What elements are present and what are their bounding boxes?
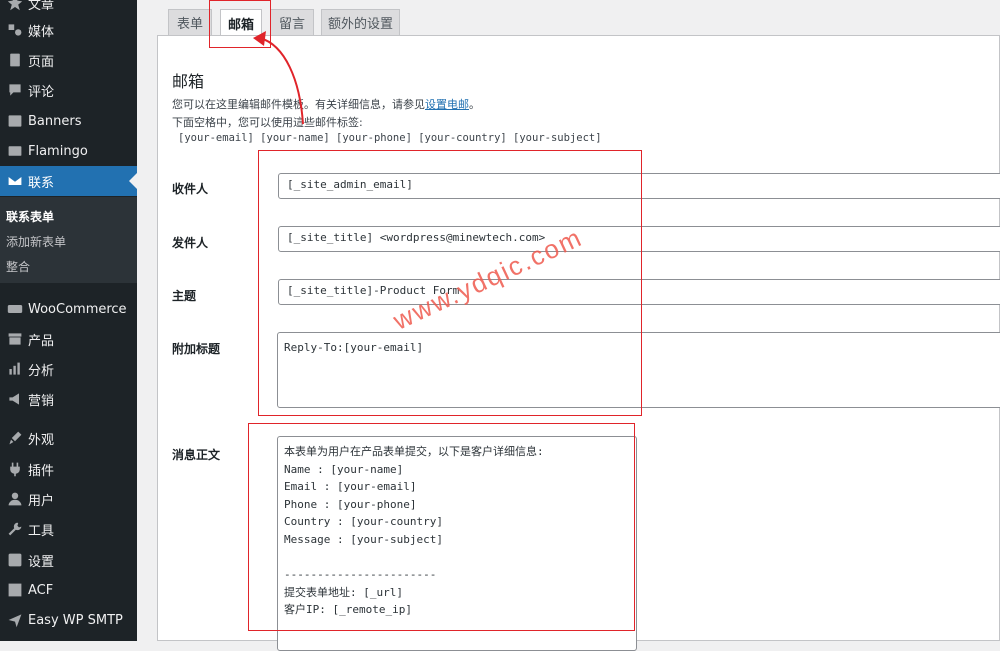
- subject-input[interactable]: [_site_title]-Product Form: [278, 279, 1000, 305]
- flamingo-icon: [5, 141, 25, 161]
- additional-headers-textarea[interactable]: Reply-To:[your-email]: [277, 332, 1000, 408]
- pin-icon: [5, 0, 25, 13]
- section-title: 邮箱: [172, 72, 205, 91]
- menu-appearance[interactable]: 外观: [0, 423, 137, 453]
- chart-icon: [5, 359, 25, 379]
- banner-icon: [5, 111, 25, 131]
- menu-pages[interactable]: 页面: [0, 45, 137, 75]
- menu-settings[interactable]: 设置: [0, 545, 137, 575]
- to-label: 收件人: [172, 182, 209, 196]
- admin-sidebar: 文章 媒体 页面 评论 Banners Flamingo 联系 联系表单 添加新…: [0, 0, 137, 641]
- menu-plugins[interactable]: 插件: [0, 454, 137, 484]
- menu-banners[interactable]: Banners: [0, 106, 137, 136]
- tab-additional-settings[interactable]: 额外的设置: [321, 9, 400, 35]
- subject-label: 主题: [172, 289, 197, 303]
- tab-messages[interactable]: 留言: [270, 9, 314, 35]
- tab-form[interactable]: 表单: [168, 9, 212, 35]
- plugin-icon: [5, 459, 25, 479]
- menu-marketing[interactable]: 营销: [0, 384, 137, 414]
- additional-headers-label: 附加标题: [172, 342, 221, 356]
- menu-products[interactable]: 产品: [0, 324, 137, 354]
- from-input[interactable]: [_site_title] <wordpress@minewtech.com>: [278, 226, 1000, 252]
- to-input[interactable]: [_site_admin_email]: [278, 173, 1000, 199]
- wrench-icon: [5, 519, 25, 539]
- tab-mail[interactable]: 邮箱: [220, 9, 262, 36]
- user-icon: [5, 489, 25, 509]
- from-label: 发件人: [172, 236, 209, 250]
- comment-icon: [5, 80, 25, 100]
- menu-users[interactable]: 用户: [0, 484, 137, 514]
- menu-easy-wp-smtp[interactable]: Easy WP SMTP: [0, 605, 137, 635]
- media-icon: [5, 20, 25, 40]
- menu-comments[interactable]: 评论: [0, 75, 137, 105]
- submenu-add-new-form[interactable]: 添加新表单: [6, 233, 66, 250]
- settings-icon: [5, 550, 25, 570]
- woo-icon: [5, 299, 25, 319]
- message-body-label: 消息正文: [172, 448, 221, 462]
- menu-analytics[interactable]: 分析: [0, 354, 137, 384]
- brush-icon: [5, 428, 25, 448]
- page-icon: [5, 50, 25, 70]
- mail-description: 您可以在这里编辑邮件模板。有关详细信息，请参见设置电邮。: [172, 98, 480, 111]
- mail-settings-link[interactable]: 设置电邮: [425, 98, 469, 111]
- megaphone-icon: [5, 389, 25, 409]
- mail-tags-description: 下面空格中，您可以使用這些邮件标签:: [172, 116, 363, 129]
- message-body-textarea[interactable]: 本表单为用户在产品表单提交，以下是客户详细信息: Name : [your-na…: [277, 436, 637, 651]
- submenu-contact-forms[interactable]: 联系表单: [6, 208, 54, 225]
- archive-icon: [5, 329, 25, 349]
- menu-flamingo[interactable]: Flamingo: [0, 136, 137, 166]
- submenu-integration[interactable]: 整合: [6, 258, 30, 275]
- mail-icon: [5, 171, 25, 191]
- mail-tags[interactable]: [your-email] [your-name] [your-phone] [y…: [178, 132, 602, 144]
- menu-acf[interactable]: ACF: [0, 575, 137, 605]
- smtp-icon: [5, 610, 25, 630]
- menu-tools[interactable]: 工具: [0, 514, 137, 544]
- menu-contact[interactable]: 联系: [0, 166, 137, 196]
- contact-submenu: 联系表单 添加新表单 整合: [0, 197, 137, 283]
- menu-media[interactable]: 媒体: [0, 15, 137, 45]
- acf-icon: [5, 580, 25, 600]
- menu-woocommerce[interactable]: WooCommerce: [0, 294, 137, 324]
